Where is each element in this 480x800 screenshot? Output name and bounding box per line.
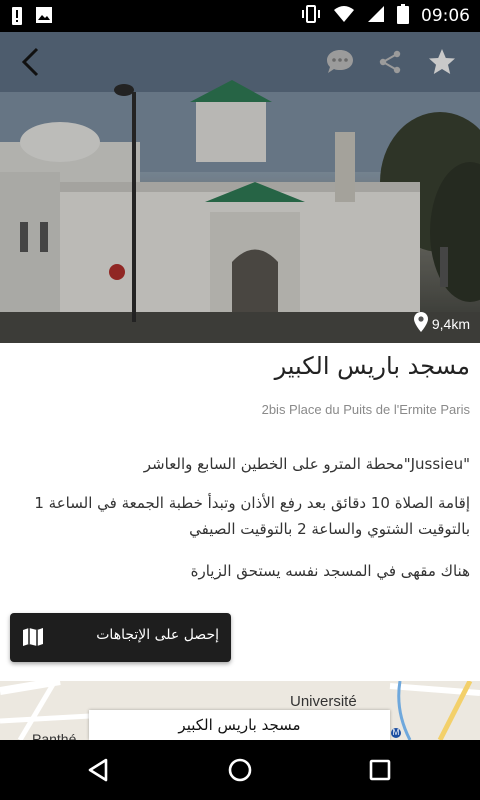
metro-badge: M — [391, 728, 401, 738]
map-label-universite: Université — [290, 693, 357, 710]
get-directions-label: إحصل على الإتجاهات — [96, 627, 219, 643]
alert-icon — [12, 7, 22, 29]
back-triangle-icon — [84, 758, 116, 790]
back-button[interactable] — [10, 46, 50, 82]
nav-recents-button[interactable] — [364, 754, 396, 786]
recents-square-icon — [364, 759, 396, 790]
signal-icon — [367, 5, 385, 27]
map-marker-callout[interactable]: مسجد باريس الكبير — [89, 710, 390, 740]
comment-icon — [325, 48, 355, 80]
hero-image: 9,4km — [0, 32, 480, 343]
status-bar: 09:06 — [0, 0, 480, 32]
map-label-panthe: Panthé — [32, 731, 77, 740]
wifi-icon — [333, 5, 355, 27]
battery-icon — [397, 4, 409, 28]
favorite-button[interactable] — [422, 46, 462, 82]
nav-home-button[interactable] — [224, 754, 256, 786]
description-paragraph: "Jussieu"محطة المترو على الخطين السابع و… — [143, 455, 470, 473]
arrow-left-icon — [20, 47, 40, 81]
comment-button[interactable] — [320, 46, 360, 82]
image-icon — [36, 7, 52, 29]
distance-text: 9,4km — [431, 315, 470, 332]
description-paragraph: إقامة الصلاة 10 دقائق بعد رفع الأذان وتب… — [34, 494, 470, 538]
map-icon — [22, 627, 44, 651]
navigation-bar — [0, 740, 480, 800]
clock: 09:06 — [421, 6, 470, 26]
home-circle-icon — [224, 758, 256, 790]
place-title: مسجد باريس الكبير — [274, 352, 470, 380]
share-button[interactable] — [370, 46, 410, 82]
place-address: 2bis Place du Puits de l'Ermite Paris — [261, 402, 470, 417]
distance-badge: 9,4km — [413, 312, 470, 335]
location-pin-icon — [413, 312, 428, 335]
get-directions-button[interactable]: إحصل على الإتجاهات — [10, 613, 231, 662]
description-paragraph: هناك مقهى في المسجد نفسه يستحق الزيارة — [190, 562, 470, 580]
share-icon — [378, 50, 402, 78]
nav-back-button[interactable] — [84, 754, 116, 786]
vibrate-icon — [301, 5, 321, 27]
map-view[interactable]: Université Panthé مسجد باريس الكبير M — [0, 681, 480, 740]
star-icon — [428, 48, 456, 80]
